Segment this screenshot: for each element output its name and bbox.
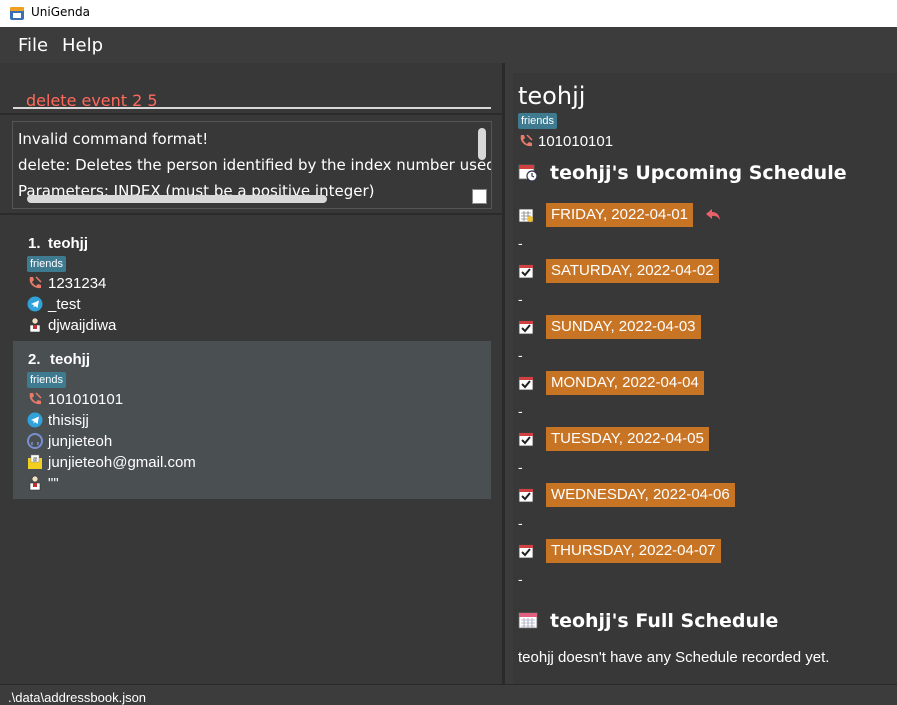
phone-icon bbox=[29, 276, 42, 289]
detail-tag: friends bbox=[518, 113, 558, 129]
day-label: FRIDAY, 2022-04-01 bbox=[546, 203, 694, 227]
day-label: TUESDAY, 2022-04-05 bbox=[546, 427, 709, 451]
full-schedule-title: teohjj's Full Schedule bbox=[518, 610, 778, 632]
divider bbox=[0, 113, 502, 115]
command-input[interactable]: delete event 2 5 bbox=[13, 75, 491, 110]
undo-arrow-icon bbox=[706, 209, 720, 220]
command-input-text[interactable]: delete event 2 5 bbox=[26, 91, 158, 110]
telegram-field: _test bbox=[27, 296, 81, 314]
day-events: - bbox=[518, 235, 523, 251]
day-label: SATURDAY, 2022-04-02 bbox=[546, 259, 719, 283]
person-index: 2. bbox=[28, 351, 41, 368]
full-schedule-label: teohjj's Full Schedule bbox=[550, 610, 779, 632]
upcoming-schedule-label: teohjj's Upcoming Schedule bbox=[550, 162, 847, 184]
result-line: delete: Deletes the person identified by… bbox=[18, 156, 492, 174]
day-events: - bbox=[518, 347, 523, 363]
no-schedule-message: teohjj doesn't have any Schedule recorde… bbox=[518, 649, 830, 666]
person-name: teohjj bbox=[50, 351, 90, 368]
day-events: - bbox=[518, 515, 523, 531]
remark-field: djwaijdiwa bbox=[27, 317, 116, 335]
left-panel: delete event 2 5 Invalid command format!… bbox=[0, 63, 505, 684]
result-display[interactable]: Invalid command format! delete: Deletes … bbox=[12, 121, 492, 209]
day-label: SUNDAY, 2022-04-03 bbox=[546, 315, 701, 339]
person-card[interactable]: 1. teohjj friends 1231234 _test djwaijdi… bbox=[13, 225, 491, 339]
window-title: UniGenda bbox=[31, 5, 90, 19]
person-remark-icon bbox=[29, 475, 41, 491]
person-index: 1. bbox=[28, 235, 41, 252]
calendar-icon bbox=[518, 612, 538, 629]
day-label: MONDAY, 2022-04-04 bbox=[546, 371, 704, 395]
status-bar: .\data\addressbook.json bbox=[0, 684, 897, 705]
day-events: - bbox=[518, 571, 523, 587]
upcoming-schedule-title: teohjj's Upcoming Schedule bbox=[518, 162, 847, 184]
menu-help[interactable]: Help bbox=[62, 35, 103, 56]
calendar-check-icon bbox=[518, 544, 534, 559]
calendar-check-icon bbox=[518, 376, 534, 391]
telegram-value: _test bbox=[48, 296, 81, 313]
result-line: Invalid command format! bbox=[18, 130, 209, 148]
telegram-icon bbox=[27, 296, 43, 312]
phone-value: 1231234 bbox=[48, 275, 107, 292]
person-name: teohjj bbox=[48, 235, 88, 252]
telegram-value: thisisjj bbox=[48, 412, 89, 429]
calendar-today-icon bbox=[518, 208, 534, 223]
horizontal-scrollbar[interactable] bbox=[27, 195, 327, 203]
day-events: - bbox=[518, 291, 523, 307]
calendar-check-icon bbox=[518, 432, 534, 447]
telegram-field: thisisjj bbox=[27, 412, 89, 430]
detail-name: teohjj bbox=[518, 82, 586, 110]
app-logo-icon bbox=[10, 7, 24, 20]
day-events: - bbox=[518, 403, 523, 419]
email-icon: @ bbox=[28, 454, 42, 469]
github-field: junjieteoh bbox=[27, 433, 112, 451]
phone-field: 101010101 bbox=[27, 391, 123, 409]
github-value: junjieteoh bbox=[48, 433, 113, 450]
github-icon bbox=[27, 433, 43, 449]
day-label: WEDNESDAY, 2022-04-06 bbox=[546, 483, 735, 507]
detail-phone-value: 101010101 bbox=[538, 133, 614, 150]
divider bbox=[0, 213, 502, 215]
calendar-check-icon bbox=[518, 264, 534, 279]
remark-value: "" bbox=[48, 475, 59, 492]
calendar-clock-icon bbox=[518, 164, 538, 182]
vertical-scrollbar[interactable] bbox=[478, 128, 486, 160]
person-detail-panel: teohjj friends 101010101 teohjj's Upcomi… bbox=[513, 73, 897, 684]
phone-field: 1231234 bbox=[27, 275, 106, 293]
email-value: junjieteoh@gmail.com bbox=[48, 454, 196, 471]
calendar-check-icon bbox=[518, 488, 534, 503]
person-tag: friends bbox=[27, 256, 67, 272]
scroll-corner bbox=[472, 189, 487, 204]
menu-file[interactable]: File bbox=[18, 35, 48, 56]
person-remark-icon bbox=[29, 317, 41, 333]
phone-value: 101010101 bbox=[48, 391, 124, 408]
phone-icon bbox=[520, 134, 533, 147]
day-events: - bbox=[518, 459, 523, 475]
remark-value: djwaijdiwa bbox=[48, 317, 117, 334]
menu-bar: File Help bbox=[0, 27, 897, 63]
remark-field: "" bbox=[27, 475, 59, 493]
person-card-selected[interactable]: 2. teohjj friends 101010101 thisisjj jun… bbox=[13, 341, 491, 499]
person-tag: friends bbox=[27, 372, 67, 388]
calendar-check-icon bbox=[518, 320, 534, 335]
telegram-icon bbox=[27, 412, 43, 428]
day-label: THURSDAY, 2022-04-07 bbox=[546, 539, 721, 563]
detail-phone: 101010101 bbox=[518, 133, 613, 150]
svg-text:@: @ bbox=[32, 457, 37, 463]
email-field: @ junjieteoh@gmail.com bbox=[27, 454, 196, 472]
phone-icon bbox=[29, 392, 42, 405]
title-bar: UniGenda bbox=[0, 0, 897, 27]
